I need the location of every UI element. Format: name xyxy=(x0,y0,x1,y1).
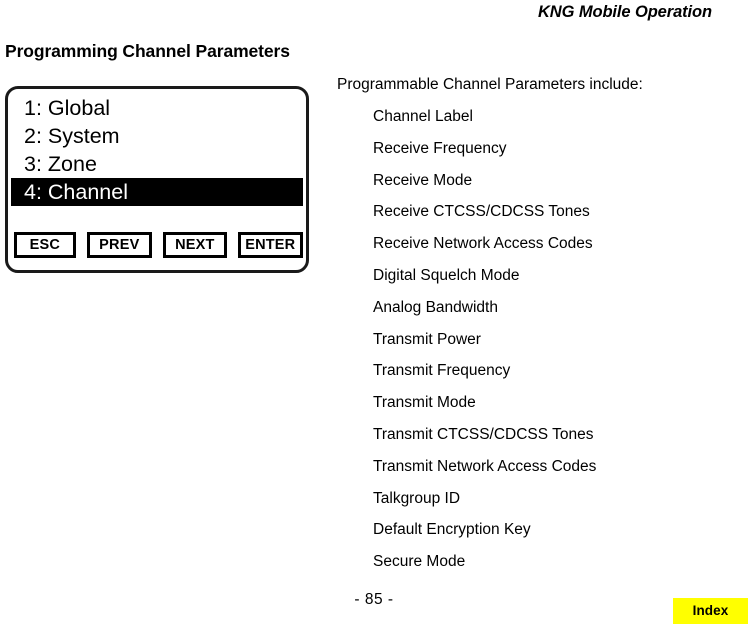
list-item: Transmit CTCSS/CDCSS Tones xyxy=(373,425,594,443)
list-item: Talkgroup ID xyxy=(373,489,461,507)
softkey-esc-button[interactable]: ESC xyxy=(14,232,76,258)
list-item: Transmit Mode xyxy=(373,394,476,412)
softkey-next-button[interactable]: NEXT xyxy=(163,232,227,258)
list-item: Digital Squelch Mode xyxy=(373,266,520,284)
lcd-screen: 1: Global 2: System 3: Zone 4: Channel E… xyxy=(8,89,306,270)
index-tab-link[interactable]: Index xyxy=(673,598,748,624)
lcd-panel-illustration: 1: Global 2: System 3: Zone 4: Channel E… xyxy=(5,86,309,273)
list-item: Transmit Power xyxy=(373,330,481,348)
list-item: Analog Bandwidth xyxy=(373,298,498,316)
lcd-softkey-bar: ESC PREV NEXT ENTER xyxy=(11,232,303,260)
page-title: Programming Channel Parameters xyxy=(5,41,290,61)
lcd-menu-item-zone[interactable]: 3: Zone xyxy=(11,150,303,178)
list-item: Receive Frequency xyxy=(373,139,507,157)
list-item: Receive CTCSS/CDCSS Tones xyxy=(373,203,590,221)
page-number: - 85 - xyxy=(354,591,394,608)
lcd-menu-item-system[interactable]: 2: System xyxy=(11,122,303,150)
list-item: Secure Mode xyxy=(373,553,466,571)
list-item: Receive Network Access Codes xyxy=(373,235,593,253)
softkey-enter-button[interactable]: ENTER xyxy=(237,232,303,258)
list-item: Transmit Frequency xyxy=(373,362,511,380)
parameters-intro-text: Programmable Channel Parameters include: xyxy=(337,76,643,93)
softkey-prev-button[interactable]: PREV xyxy=(86,232,153,258)
running-header: KNG Mobile Operation xyxy=(537,3,712,21)
list-item: Transmit Network Access Codes xyxy=(373,457,597,475)
lcd-menu-item-channel-selected[interactable]: 4: Channel xyxy=(11,178,303,206)
parameters-list: Channel Label Receive Frequency Receive … xyxy=(337,106,737,583)
lcd-menu-list: 1: Global 2: System 3: Zone 4: Channel xyxy=(11,94,303,206)
list-item: Receive Mode xyxy=(373,171,473,189)
list-item: Default Encryption Key xyxy=(373,521,531,539)
list-item: Channel Label xyxy=(373,108,473,125)
parameters-section: Programmable Channel Parameters include:… xyxy=(337,74,737,583)
lcd-menu-item-global[interactable]: 1: Global xyxy=(11,94,303,122)
